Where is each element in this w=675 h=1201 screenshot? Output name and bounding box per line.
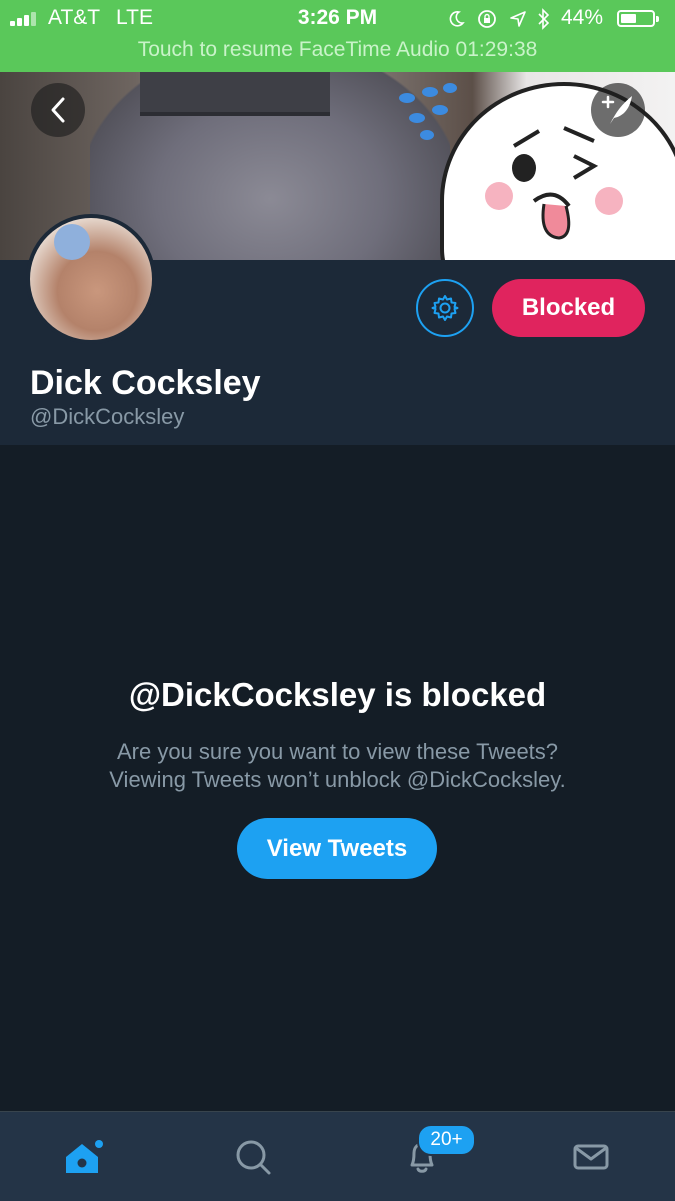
bluetooth-icon bbox=[538, 8, 550, 30]
battery-icon bbox=[617, 10, 659, 27]
user-handle: @DickCocksley bbox=[30, 404, 185, 429]
blocked-message-line-2: Viewing Tweets won’t unblock @DickCocksl… bbox=[109, 767, 566, 792]
settings-button[interactable] bbox=[416, 279, 474, 337]
battery-percentage: 44% bbox=[560, 6, 603, 29]
display-name: Dick Cocksley bbox=[30, 364, 261, 402]
sticker-icon bbox=[54, 224, 90, 260]
blocked-title: @DickCocksley is blocked bbox=[128, 676, 547, 713]
compose-feather-icon bbox=[601, 95, 632, 124]
blocked-button[interactable]: Blocked bbox=[492, 279, 645, 337]
search-icon bbox=[236, 1140, 271, 1174]
tab-search[interactable] bbox=[169, 1112, 337, 1201]
tab-notifications[interactable] bbox=[338, 1112, 506, 1201]
rotation-lock-icon bbox=[478, 10, 496, 28]
compose-tweet-button[interactable] bbox=[591, 83, 645, 137]
avatar[interactable] bbox=[26, 214, 156, 344]
location-icon bbox=[510, 11, 526, 27]
view-tweets-button[interactable]: View Tweets bbox=[237, 818, 437, 879]
home-icon bbox=[66, 1139, 103, 1173]
mail-icon bbox=[573, 1144, 609, 1169]
back-button[interactable] bbox=[31, 83, 85, 137]
blocked-message-line-1: Are you sure you want to view these Twee… bbox=[116, 739, 559, 764]
sweat-drops-image bbox=[399, 83, 457, 140]
gear-icon bbox=[431, 295, 459, 321]
facetime-resume-banner[interactable]: Touch to resume FaceTime Audio 01:29:38 bbox=[0, 38, 675, 62]
tab-messages[interactable] bbox=[507, 1112, 675, 1201]
status-icons: 44% bbox=[433, 6, 663, 30]
tab-bar bbox=[0, 1111, 675, 1201]
chevron-left-icon bbox=[51, 97, 65, 123]
status-bar: AT&T LTE 3:26 PM 44% Touch to resume Fac… bbox=[0, 0, 675, 72]
notification-badge: 20+ bbox=[417, 1124, 476, 1156]
tab-home[interactable] bbox=[0, 1112, 168, 1201]
moon-icon bbox=[449, 11, 465, 27]
blocked-message: Are you sure you want to view these Twee… bbox=[0, 738, 675, 794]
